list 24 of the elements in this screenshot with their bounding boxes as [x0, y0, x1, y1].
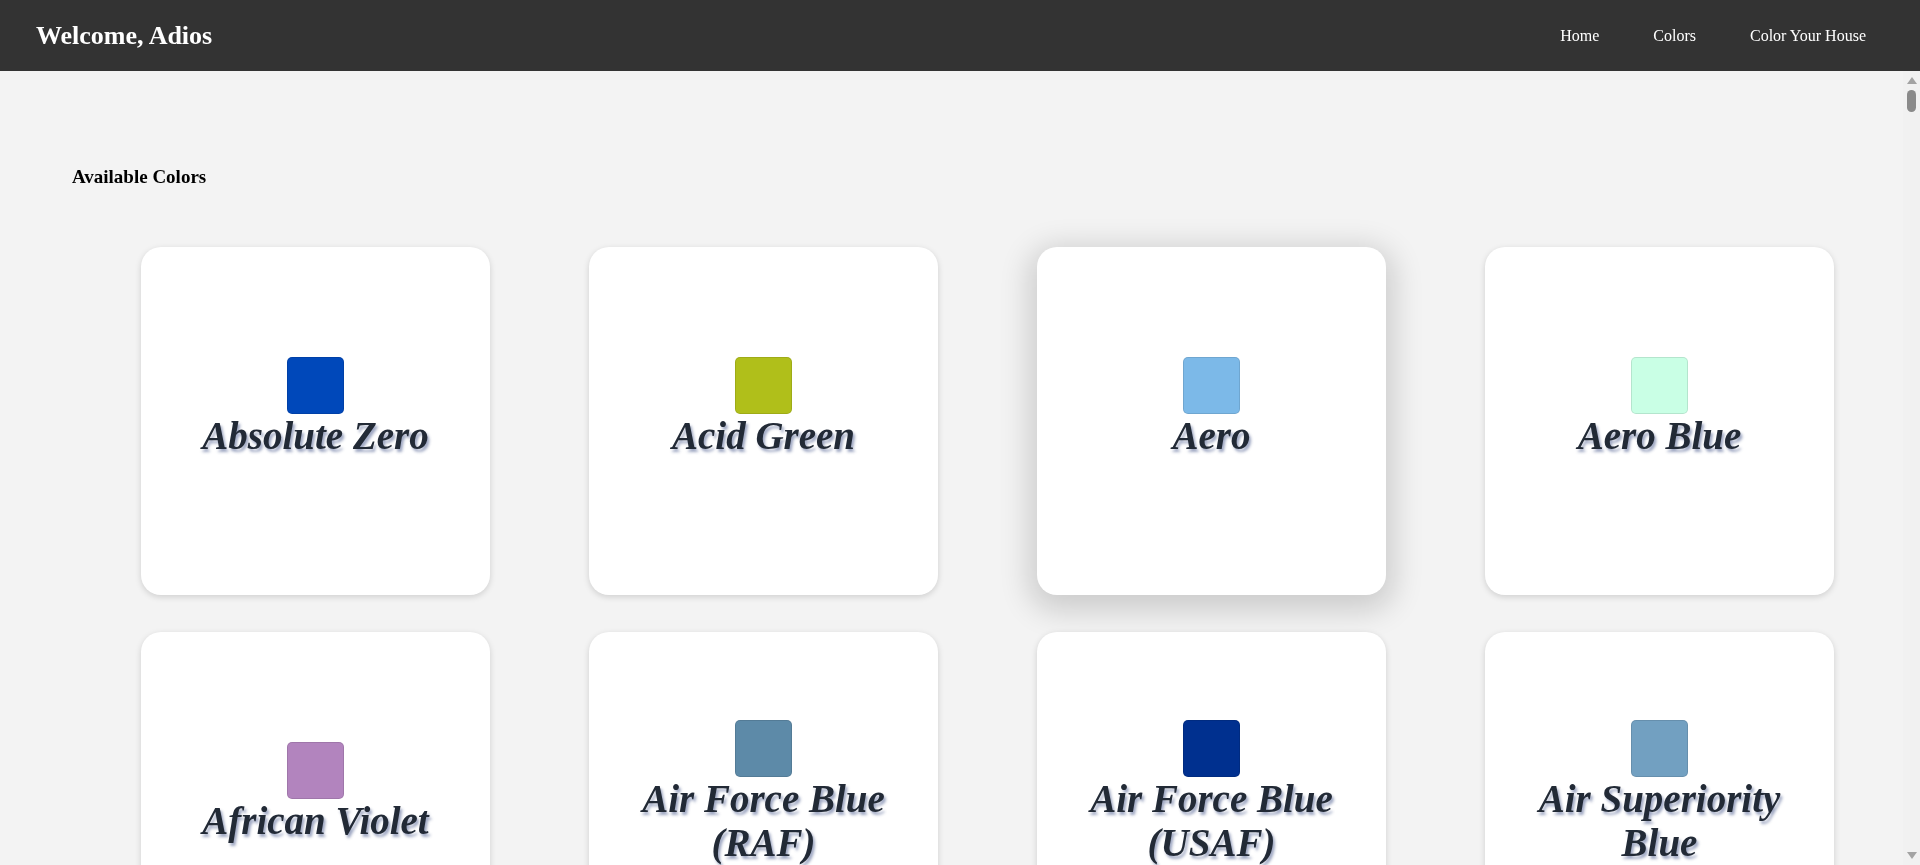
color-name: Aero: [1172, 414, 1251, 458]
color-card[interactable]: Air Superiority Blue: [1485, 631, 1834, 865]
scroll-up-icon[interactable]: [1906, 76, 1917, 84]
color-name: Air Force Blue (USAF): [1087, 777, 1334, 865]
nav-link[interactable]: Color Your House: [1750, 23, 1866, 48]
scroll-down-icon[interactable]: [1906, 852, 1917, 860]
color-name: Acid Green: [671, 414, 856, 458]
color-name: African Violet: [202, 799, 429, 843]
color-name: Absolute Zero: [202, 414, 429, 458]
color-card[interactable]: African Violet: [141, 631, 490, 865]
color-card[interactable]: Acid Green: [589, 246, 938, 595]
color-card[interactable]: Absolute Zero: [141, 246, 490, 595]
color-card[interactable]: Aero: [1037, 246, 1386, 595]
color-card[interactable]: Air Force Blue (USAF): [1037, 631, 1386, 865]
greeting: Welcome, Adios: [36, 20, 213, 52]
color-card[interactable]: Aero Blue: [1485, 246, 1834, 595]
color-name: Air Force Blue (RAF): [639, 777, 886, 865]
nav-link[interactable]: Home: [1560, 23, 1600, 48]
color-name: Aero Blue: [1577, 414, 1742, 458]
color-name: Air Superiority Blue: [1535, 777, 1782, 865]
color-card[interactable]: Air Force Blue (RAF): [589, 631, 938, 865]
nav-link[interactable]: Colors: [1653, 23, 1696, 48]
scroll-thumb[interactable]: [1907, 90, 1916, 112]
section-title: Available Colors: [72, 165, 208, 189]
